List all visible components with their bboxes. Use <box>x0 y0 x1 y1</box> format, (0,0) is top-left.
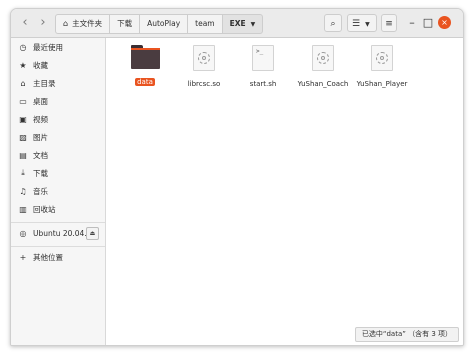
home-icon: ⌂ <box>63 19 69 28</box>
sidebar: ◷ 最近使用 ★ 收藏 ⌂ 主目录 ▭ 桌面 ▣ 视频 ▨ 图片 ▤ 文档 ⤓ 下载 ♫ 音乐 ▥… <box>11 38 106 345</box>
search-icon: ⌕ <box>330 19 336 29</box>
close-button[interactable]: × <box>438 16 451 29</box>
forward-button[interactable]: › <box>35 14 51 32</box>
maximize-button[interactable]: □ <box>421 17 435 29</box>
sidebar-item-pictures[interactable]: ▨ 图片 <box>11 128 105 146</box>
view-options-chevron-icon: ▼ <box>365 21 370 28</box>
sidebar-item-starred[interactable]: ★ 收藏 <box>11 56 105 74</box>
breadcrumb-downloads[interactable]: 下载 <box>109 14 140 34</box>
sidebar-item-recent[interactable]: ◷ 最近使用 <box>11 38 105 56</box>
document-icon: ▤ <box>19 150 27 160</box>
minimize-icon: – <box>409 16 415 29</box>
executable-file-icon <box>371 45 393 71</box>
trash-icon: ▥ <box>19 204 27 214</box>
image-icon: ▨ <box>19 132 27 142</box>
file-manager-window: ‹ › ⌂ 主文件夹 下载 AutoPlay team EXE ▼ ⌕ ☰ ▼ ≡ –… <box>10 8 464 346</box>
sidebar-item-desktop[interactable]: ▭ 桌面 <box>11 92 105 110</box>
search-button[interactable]: ⌕ <box>324 14 342 32</box>
breadcrumb: ⌂ 主文件夹 下载 AutoPlay team EXE ▼ <box>55 14 264 34</box>
file-item-librcsc[interactable]: librcsc.so <box>177 45 231 90</box>
hamburger-menu-icon: ≡ <box>385 19 393 29</box>
chevron-right-icon: › <box>40 15 46 30</box>
star-icon: ★ <box>19 60 27 70</box>
view-toggle-button[interactable]: ☰ ▼ <box>347 14 377 32</box>
sidebar-divider <box>11 222 105 223</box>
home-icon: ⌂ <box>20 78 26 88</box>
close-icon: × <box>441 18 448 27</box>
file-label: data <box>135 78 155 86</box>
script-file-icon: >_ <box>252 45 274 71</box>
sidebar-divider <box>11 246 105 247</box>
sidebar-item-videos[interactable]: ▣ 视频 <box>11 110 105 128</box>
sidebar-item-ubuntu-disc[interactable]: ◎ Ubuntu 20.04... ⏏ <box>11 224 105 242</box>
header-bar: ‹ › ⌂ 主文件夹 下载 AutoPlay team EXE ▼ ⌕ ☰ ▼ ≡ –… <box>11 9 463 38</box>
library-file-icon <box>193 45 215 71</box>
chevron-down-icon: ▼ <box>250 21 256 28</box>
file-item-start-sh[interactable]: >_ start.sh <box>236 45 290 90</box>
sidebar-item-music[interactable]: ♫ 音乐 <box>11 182 105 200</box>
sidebar-item-downloads[interactable]: ⤓ 下载 <box>11 164 105 182</box>
file-view: data librcsc.so >_ start.sh YuShan_Coach… <box>106 38 463 345</box>
sidebar-item-trash[interactable]: ▥ 回收站 <box>11 200 105 218</box>
folder-icon <box>130 45 160 69</box>
sidebar-item-home[interactable]: ⌂ 主目录 <box>11 74 105 92</box>
breadcrumb-team[interactable]: team <box>187 14 222 34</box>
breadcrumb-exe[interactable]: EXE ▼ <box>221 14 264 34</box>
file-label: librcsc.so <box>187 80 221 88</box>
video-icon: ▣ <box>19 114 27 124</box>
minimize-button[interactable]: – <box>405 17 419 29</box>
download-icon: ⤓ <box>21 168 25 177</box>
file-item-data[interactable]: data <box>118 45 172 88</box>
eject-icon[interactable]: ⏏ <box>86 227 99 240</box>
sidebar-item-documents[interactable]: ▤ 文档 <box>11 146 105 164</box>
disc-icon: ◎ <box>19 228 27 238</box>
plus-icon: + <box>19 252 27 262</box>
clock-icon: ◷ <box>19 42 27 52</box>
back-button[interactable]: ‹ <box>17 14 33 32</box>
chevron-left-icon: ‹ <box>22 15 28 30</box>
breadcrumb-autoplay[interactable]: AutoPlay <box>139 14 188 34</box>
file-item-yushan-player[interactable]: YuShan_Player <box>351 45 413 90</box>
selection-status: 已选中“data” （含有 3 项） <box>354 327 459 342</box>
file-label: start.sh <box>249 80 277 88</box>
maximize-icon: □ <box>422 16 434 29</box>
file-label: YuShan_Player <box>356 80 408 88</box>
file-label: YuShan_Coach <box>297 80 349 88</box>
breadcrumb-home[interactable]: ⌂ 主文件夹 <box>55 14 110 34</box>
executable-file-icon <box>312 45 334 71</box>
music-icon: ♫ <box>19 186 27 196</box>
sidebar-item-other-locations[interactable]: + 其他位置 <box>11 248 105 266</box>
file-item-yushan-coach[interactable]: YuShan_Coach <box>293 45 353 90</box>
desktop-icon: ▭ <box>19 96 27 106</box>
list-view-icon: ☰ <box>352 19 361 29</box>
menu-button[interactable]: ≡ <box>381 14 397 32</box>
